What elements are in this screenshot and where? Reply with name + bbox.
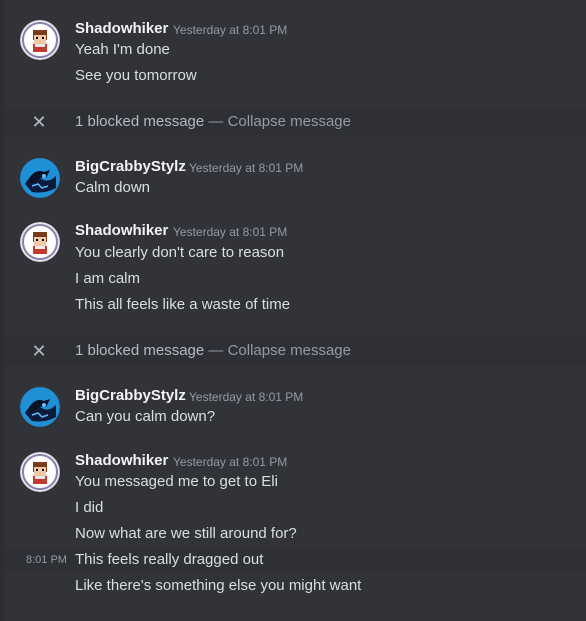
avatar[interactable] — [20, 158, 60, 198]
collapse-message-link[interactable]: Collapse message — [228, 113, 351, 130]
message-text: See you tomorrow — [75, 67, 197, 84]
username[interactable]: Shadowhiker — [75, 222, 168, 240]
message-group: BigCrabbyStylz Yesterday at 8:01 PM Can … — [0, 366, 586, 430]
blocked-message-text: 1 blocked message — Collapse message — [75, 342, 351, 360]
message-timestamp[interactable]: Yesterday at 8:01 PM — [189, 159, 303, 177]
message-timestamp[interactable]: Yesterday at 8:01 PM — [173, 21, 287, 39]
message-text: You messaged me to get to Eli — [75, 473, 278, 490]
message-text: I am calm — [75, 270, 141, 287]
separator: — — [208, 113, 224, 130]
avatar[interactable] — [20, 20, 60, 60]
separator: — — [208, 342, 224, 359]
message-text: This feels really dragged out — [75, 551, 264, 568]
message-timestamp[interactable]: Yesterday at 8:01 PM — [173, 223, 287, 241]
shadowhiker-avatar-icon — [20, 20, 60, 60]
close-icon[interactable]: ✕ — [31, 113, 47, 131]
username[interactable]: Shadowhiker — [75, 20, 168, 38]
message-text: Yeah I'm done — [75, 41, 170, 58]
blocked-count: 1 blocked message — [75, 342, 205, 359]
message-timestamp[interactable]: Yesterday at 8:01 PM — [189, 388, 303, 406]
username[interactable]: BigCrabbyStylz — [75, 158, 186, 176]
message-text: I did — [75, 499, 104, 516]
blocked-message-row[interactable]: ✕ 1 blocked message — Collapse message — [4, 336, 586, 366]
avatar[interactable] — [20, 452, 60, 492]
blocked-message-row[interactable]: ✕ 1 blocked message — Collapse message — [4, 107, 586, 137]
message-group: Shadowhiker Yesterday at 8:01 PM Yeah I'… — [0, 0, 586, 100]
message-text: Now what are we still around for? — [75, 525, 297, 542]
message-text: Like there's something else you might wa… — [75, 577, 362, 594]
close-icon[interactable]: ✕ — [31, 342, 47, 360]
message-group: Shadowhiker Yesterday at 8:01 PM You mes… — [0, 430, 586, 621]
message-hover-timestamp[interactable]: 8:01 PM — [26, 550, 67, 570]
message-text: This all feels like a waste of time — [75, 296, 291, 313]
message-group: Shadowhiker Yesterday at 8:01 PM You cle… — [0, 201, 586, 329]
collapse-message-link[interactable]: Collapse message — [228, 342, 351, 359]
avatar[interactable] — [20, 222, 60, 262]
avatar[interactable] — [20, 387, 60, 427]
shadowhiker-avatar-icon — [20, 222, 60, 262]
message-text: Calm down — [75, 179, 151, 196]
username[interactable]: Shadowhiker — [75, 452, 168, 470]
username[interactable]: BigCrabbyStylz — [75, 387, 186, 405]
message-timestamp[interactable]: Yesterday at 8:01 PM — [173, 453, 287, 471]
shadowhiker-avatar-icon — [20, 452, 60, 492]
bigcrabbystylz-avatar-icon — [20, 158, 60, 198]
message-text: You clearly don't care to reason — [75, 244, 285, 261]
message-text: Can you calm down? — [75, 408, 216, 425]
message-group: BigCrabbyStylz Yesterday at 8:01 PM Calm… — [0, 137, 586, 201]
blocked-count: 1 blocked message — [75, 113, 205, 130]
blocked-message-text: 1 blocked message — Collapse message — [75, 113, 351, 131]
bigcrabbystylz-avatar-icon — [20, 387, 60, 427]
